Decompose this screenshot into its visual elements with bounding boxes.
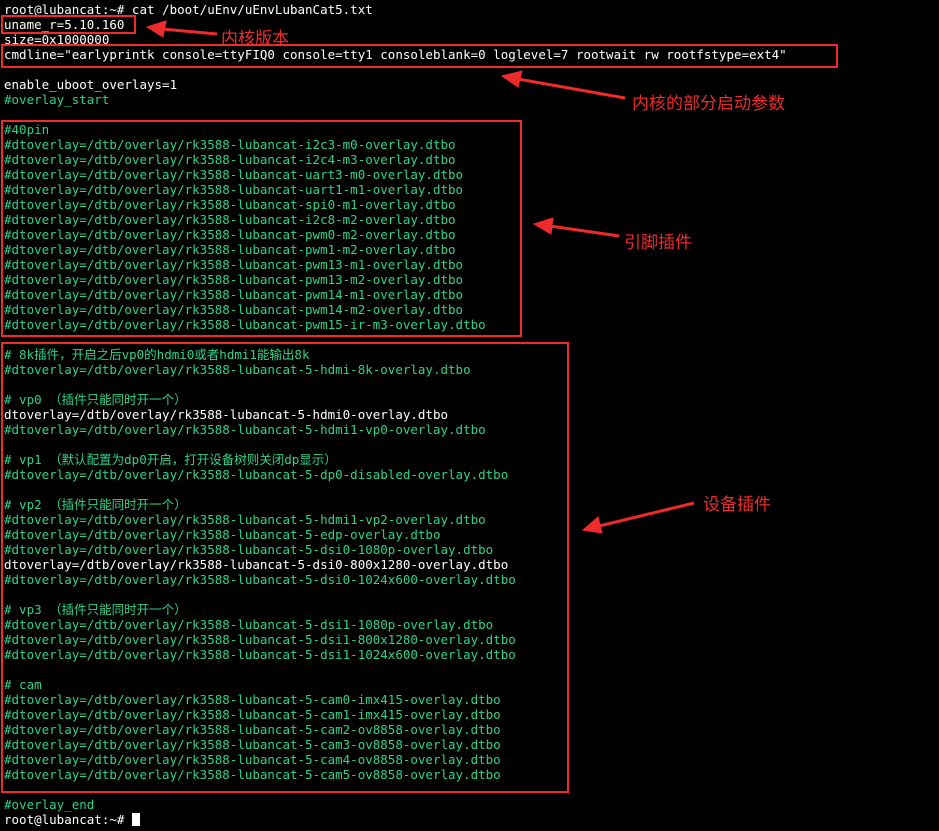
cmdline-highlight — [1, 44, 838, 68]
shell-prompt: root@lubancat:~# — [4, 812, 132, 827]
annotation-boot-params: 内核的部分启动参数 — [632, 94, 785, 114]
text-cursor — [131, 813, 140, 826]
terminal-window[interactable]: root@lubancat:~# cat /boot/uEnv/uEnvLuba… — [0, 0, 939, 831]
prompt-line[interactable]: root@lubancat:~# — [4, 812, 787, 827]
pin-plugins-highlight — [1, 120, 522, 337]
annotation-pin-plugins: 引脚插件 — [624, 233, 692, 253]
kernel-version-highlight — [1, 15, 136, 34]
terminal-line: #overlay_end — [4, 797, 95, 812]
annotation-device-plugins: 设备插件 — [703, 495, 771, 515]
device-plugins-highlight — [1, 342, 569, 793]
annotation-kernel-version: 内核版本 — [221, 29, 289, 49]
